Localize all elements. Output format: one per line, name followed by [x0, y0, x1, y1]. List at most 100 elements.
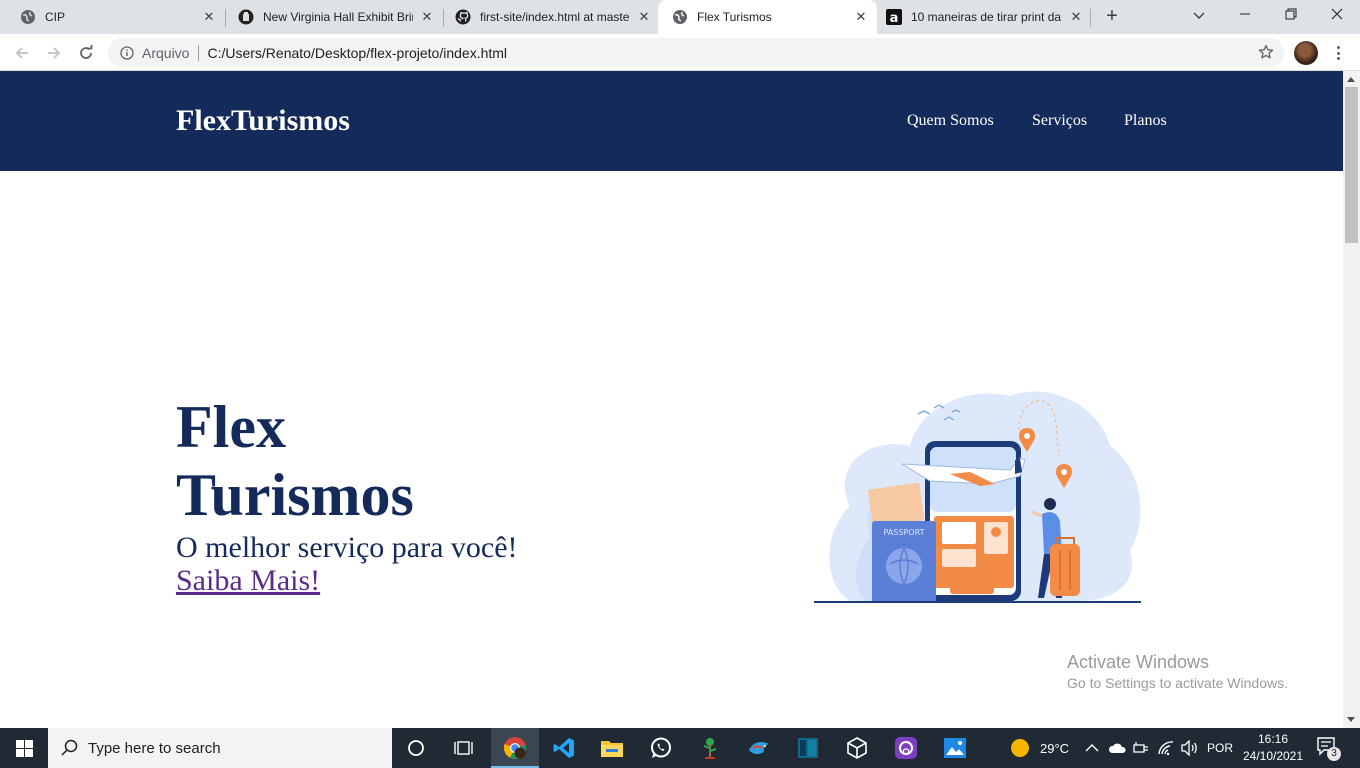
photos-icon [944, 738, 966, 758]
new-tab-button[interactable]: + [1100, 5, 1124, 29]
scroll-down-icon[interactable] [1347, 717, 1355, 722]
volume-tray[interactable] [1181, 728, 1199, 768]
weather-widget[interactable]: 29°C [1010, 728, 1069, 768]
close-window-button[interactable] [1314, 0, 1360, 34]
bookmark-star-icon[interactable] [1258, 44, 1274, 60]
tab-flex-turismos[interactable]: Flex Turismos ✕ [658, 0, 877, 34]
hero-title-line: Turismos [176, 462, 414, 528]
taskbar-github-desktop[interactable] [882, 728, 930, 768]
tab-title: 10 maneiras de tirar print da [911, 10, 1062, 24]
taskbar-file-explorer[interactable] [588, 728, 636, 768]
taskbar-search-box[interactable]: Type here to search [48, 728, 392, 768]
nav-link-servicos[interactable]: Serviços [1032, 111, 1087, 131]
activate-windows-watermark: Activate Windows Go to Settings to activ… [1067, 651, 1288, 692]
clock-time: 16:16 [1257, 732, 1289, 746]
terminal-icon [798, 738, 818, 758]
scrollbar-thumb[interactable] [1345, 87, 1358, 243]
speaker-icon [1181, 740, 1197, 756]
virtualbox-icon [847, 737, 867, 759]
cortana-icon [408, 740, 424, 756]
site-header: FlexTurismos Quem Somos Serviços Planos [0, 71, 1343, 171]
wifi-icon [1158, 741, 1174, 756]
tab-print-article[interactable]: a 10 maneiras de tirar print da ✕ [877, 0, 1092, 34]
taskbar-virtualbox[interactable] [833, 728, 881, 768]
tab-title: Flex Turismos [697, 10, 772, 24]
svg-text:PASSPORT: PASSPORT [884, 528, 925, 537]
taskbar-clock[interactable]: 16:16 24/10/2021 [1232, 731, 1314, 765]
cloud-icon [1108, 743, 1126, 753]
notification-count: 3 [1327, 747, 1341, 761]
action-center-button[interactable]: 3 [1316, 736, 1341, 761]
taskbar-tree-app[interactable] [686, 728, 734, 768]
browser-menu-button[interactable] [1330, 43, 1346, 63]
arrow-left-icon [15, 47, 28, 59]
file-explorer-icon [601, 741, 623, 757]
minimize-icon [1240, 13, 1250, 15]
allthings-icon: a [886, 9, 902, 25]
minimize-button[interactable] [1222, 0, 1268, 34]
back-button[interactable] [8, 39, 36, 67]
scroll-up-icon[interactable] [1347, 77, 1355, 82]
taskbar-whatsapp[interactable] [637, 728, 685, 768]
close-icon[interactable]: ✕ [419, 9, 435, 25]
taskbar-bird-app[interactable] [735, 728, 783, 768]
tree-app-icon [703, 738, 717, 759]
start-button[interactable] [0, 728, 48, 768]
tab-github[interactable]: first-site/index.html at maste ✕ [435, 0, 660, 34]
clock-date: 24/10/2021 [1242, 749, 1304, 763]
wifi-tray[interactable] [1157, 728, 1175, 768]
forward-button[interactable] [40, 39, 68, 67]
github-icon [455, 9, 471, 25]
url-text[interactable]: C:/Users/Renato/Desktop/flex-projeto/ind… [207, 45, 507, 61]
close-icon[interactable]: ✕ [1068, 9, 1084, 25]
vertical-scrollbar[interactable] [1343, 71, 1360, 728]
power-tray[interactable] [1132, 728, 1150, 768]
address-divider [198, 44, 200, 61]
tab-virginia-hall[interactable]: New Virginia Hall Exhibit Brin ✕ [218, 0, 443, 34]
hero-title: Flex Turismos [176, 393, 596, 529]
saiba-mais-link[interactable]: Saiba Mais! [176, 564, 320, 598]
search-icon [61, 739, 78, 756]
chevron-down-icon [1193, 12, 1205, 19]
taskbar-terminal-app[interactable] [784, 728, 832, 768]
browser-toolbar: Arquivo C:/Users/Renato/Desktop/flex-pro… [0, 34, 1360, 71]
page-viewport: FlexTurismos Quem Somos Serviços Planos … [0, 71, 1343, 728]
close-icon[interactable]: ✕ [853, 9, 869, 25]
watermark-title: Activate Windows [1067, 652, 1210, 672]
hero-title-line: Flex [176, 394, 286, 460]
address-bar[interactable]: Arquivo C:/Users/Renato/Desktop/flex-pro… [108, 38, 1284, 67]
taskbar-vscode[interactable] [540, 728, 588, 768]
onedrive-tray[interactable] [1108, 728, 1126, 768]
tray-chevron[interactable] [1085, 728, 1099, 768]
dot-icon [1336, 57, 1340, 60]
task-view-icon [454, 741, 473, 755]
tab-cip[interactable]: CIP ✕ [0, 0, 225, 34]
museum-icon [238, 9, 254, 25]
hero-subtitle: O melhor serviço para você! [176, 531, 518, 564]
restore-button[interactable] [1268, 0, 1314, 34]
chevron-up-icon [1085, 744, 1099, 752]
tab-strip: CIP ✕ New Virginia Hall Exhibit Brin ✕ f… [0, 0, 1360, 34]
taskbar-chrome[interactable] [491, 728, 539, 768]
tab-title: first-site/index.html at maste [480, 10, 630, 24]
tab-search-button[interactable] [1176, 0, 1222, 34]
nav-link-planos[interactable]: Planos [1124, 111, 1167, 131]
language-indicator[interactable]: POR [1207, 728, 1233, 768]
profile-avatar[interactable] [1294, 41, 1318, 65]
cortana-button[interactable] [392, 728, 440, 768]
dot-icon [1336, 51, 1340, 55]
reload-button[interactable] [72, 39, 100, 67]
github-desktop-icon [895, 737, 917, 759]
close-icon[interactable]: ✕ [201, 9, 217, 25]
chrome-icon [503, 737, 526, 759]
watermark-subtitle: Go to Settings to activate Windows. [1067, 675, 1288, 691]
taskbar-photos[interactable] [931, 728, 979, 768]
close-icon[interactable]: ✕ [636, 9, 652, 25]
reload-icon [80, 45, 93, 59]
svg-text:a: a [890, 11, 899, 25]
task-view-button[interactable] [440, 728, 488, 768]
whatsapp-icon [651, 737, 671, 758]
nav-link-quem-somos[interactable]: Quem Somos [907, 111, 994, 131]
info-icon[interactable] [119, 45, 135, 61]
site-logo[interactable]: FlexTurismos [176, 103, 350, 139]
